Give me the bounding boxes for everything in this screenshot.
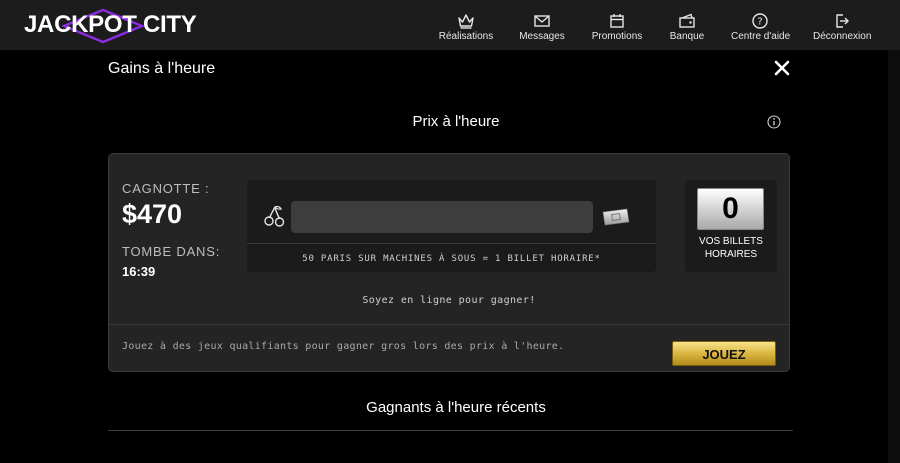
pot-label: CAGNOTTE : <box>122 181 210 196</box>
hourly-jackpot-card: CAGNOTTE : $470 TOMBE DANS: 16:39 50 PAR… <box>108 153 790 372</box>
qualify-note: Jouez à des jeux qualifiants pour gagner… <box>122 341 565 352</box>
nav-achievements-label: Réalisations <box>438 31 494 42</box>
nav-help-center[interactable]: ? Centre d'aide <box>731 0 791 50</box>
pot-value: $470 <box>122 199 183 229</box>
close-icon[interactable] <box>773 59 791 77</box>
ticket-progress-panel: 50 PARIS SUR MACHINES À SOUS = 1 BILLET … <box>247 180 656 272</box>
brand-logo[interactable]: JACKPOT CITY <box>24 8 197 44</box>
tickets-label: VOS BILLETS HORAIRES <box>685 235 777 261</box>
info-icon[interactable] <box>767 115 781 129</box>
nav-logout-label: Déconnexion <box>813 31 872 42</box>
countdown-timer: 16:39 <box>122 264 156 279</box>
recent-winners-title: Gagnants à l'heure récents <box>366 399 546 416</box>
nav-bank-label: Banque <box>669 31 705 42</box>
logout-icon <box>836 14 849 28</box>
crown-icon <box>458 14 474 29</box>
svg-text:?: ? <box>757 17 762 28</box>
hourly-tickets-panel: 0 VOS BILLETS HORAIRES <box>685 180 777 272</box>
ticket-rule-note: 50 PARIS SUR MACHINES À SOUS = 1 BILLET … <box>302 254 601 264</box>
nav-achievements[interactable]: Réalisations <box>436 0 496 50</box>
nav-promotions-label: Promotions <box>591 31 643 42</box>
nav-messages[interactable]: Messages <box>516 0 568 50</box>
calendar-icon <box>610 14 624 28</box>
ticket-progress-bar <box>291 201 593 233</box>
nav-help-center-label: Centre d'aide <box>731 31 791 42</box>
ticket-icon <box>602 208 630 226</box>
page-title: Gains à l'heure <box>108 60 216 77</box>
brand-name: JACKPOT CITY <box>24 11 197 38</box>
progress-divider <box>247 243 656 244</box>
tickets-count: 0 <box>697 188 764 230</box>
cherry-icon <box>264 205 285 227</box>
card-divider <box>109 324 789 325</box>
nav-promotions[interactable]: Promotions <box>590 0 644 50</box>
play-button[interactable]: JOUEZ <box>672 341 776 366</box>
online-note: Soyez en ligne pour gagner! <box>362 295 536 306</box>
wallet-icon <box>679 13 695 28</box>
section-subtitle: Prix à l'heure <box>412 113 500 130</box>
nav-bank[interactable]: Banque <box>667 0 707 50</box>
help-icon: ? <box>752 13 768 29</box>
recent-winners-divider <box>108 430 793 431</box>
tickets-label-text: VOS BILLETS HORAIRES <box>699 236 763 260</box>
top-bar: JACKPOT CITY Réalisations Messages Promo… <box>0 0 900 50</box>
nav-messages-label: Messages <box>519 31 565 42</box>
envelope-icon <box>534 15 550 27</box>
nav-logout[interactable]: Déconnexion <box>813 0 871 50</box>
falls-in-label: TOMBE DANS: <box>122 244 221 259</box>
